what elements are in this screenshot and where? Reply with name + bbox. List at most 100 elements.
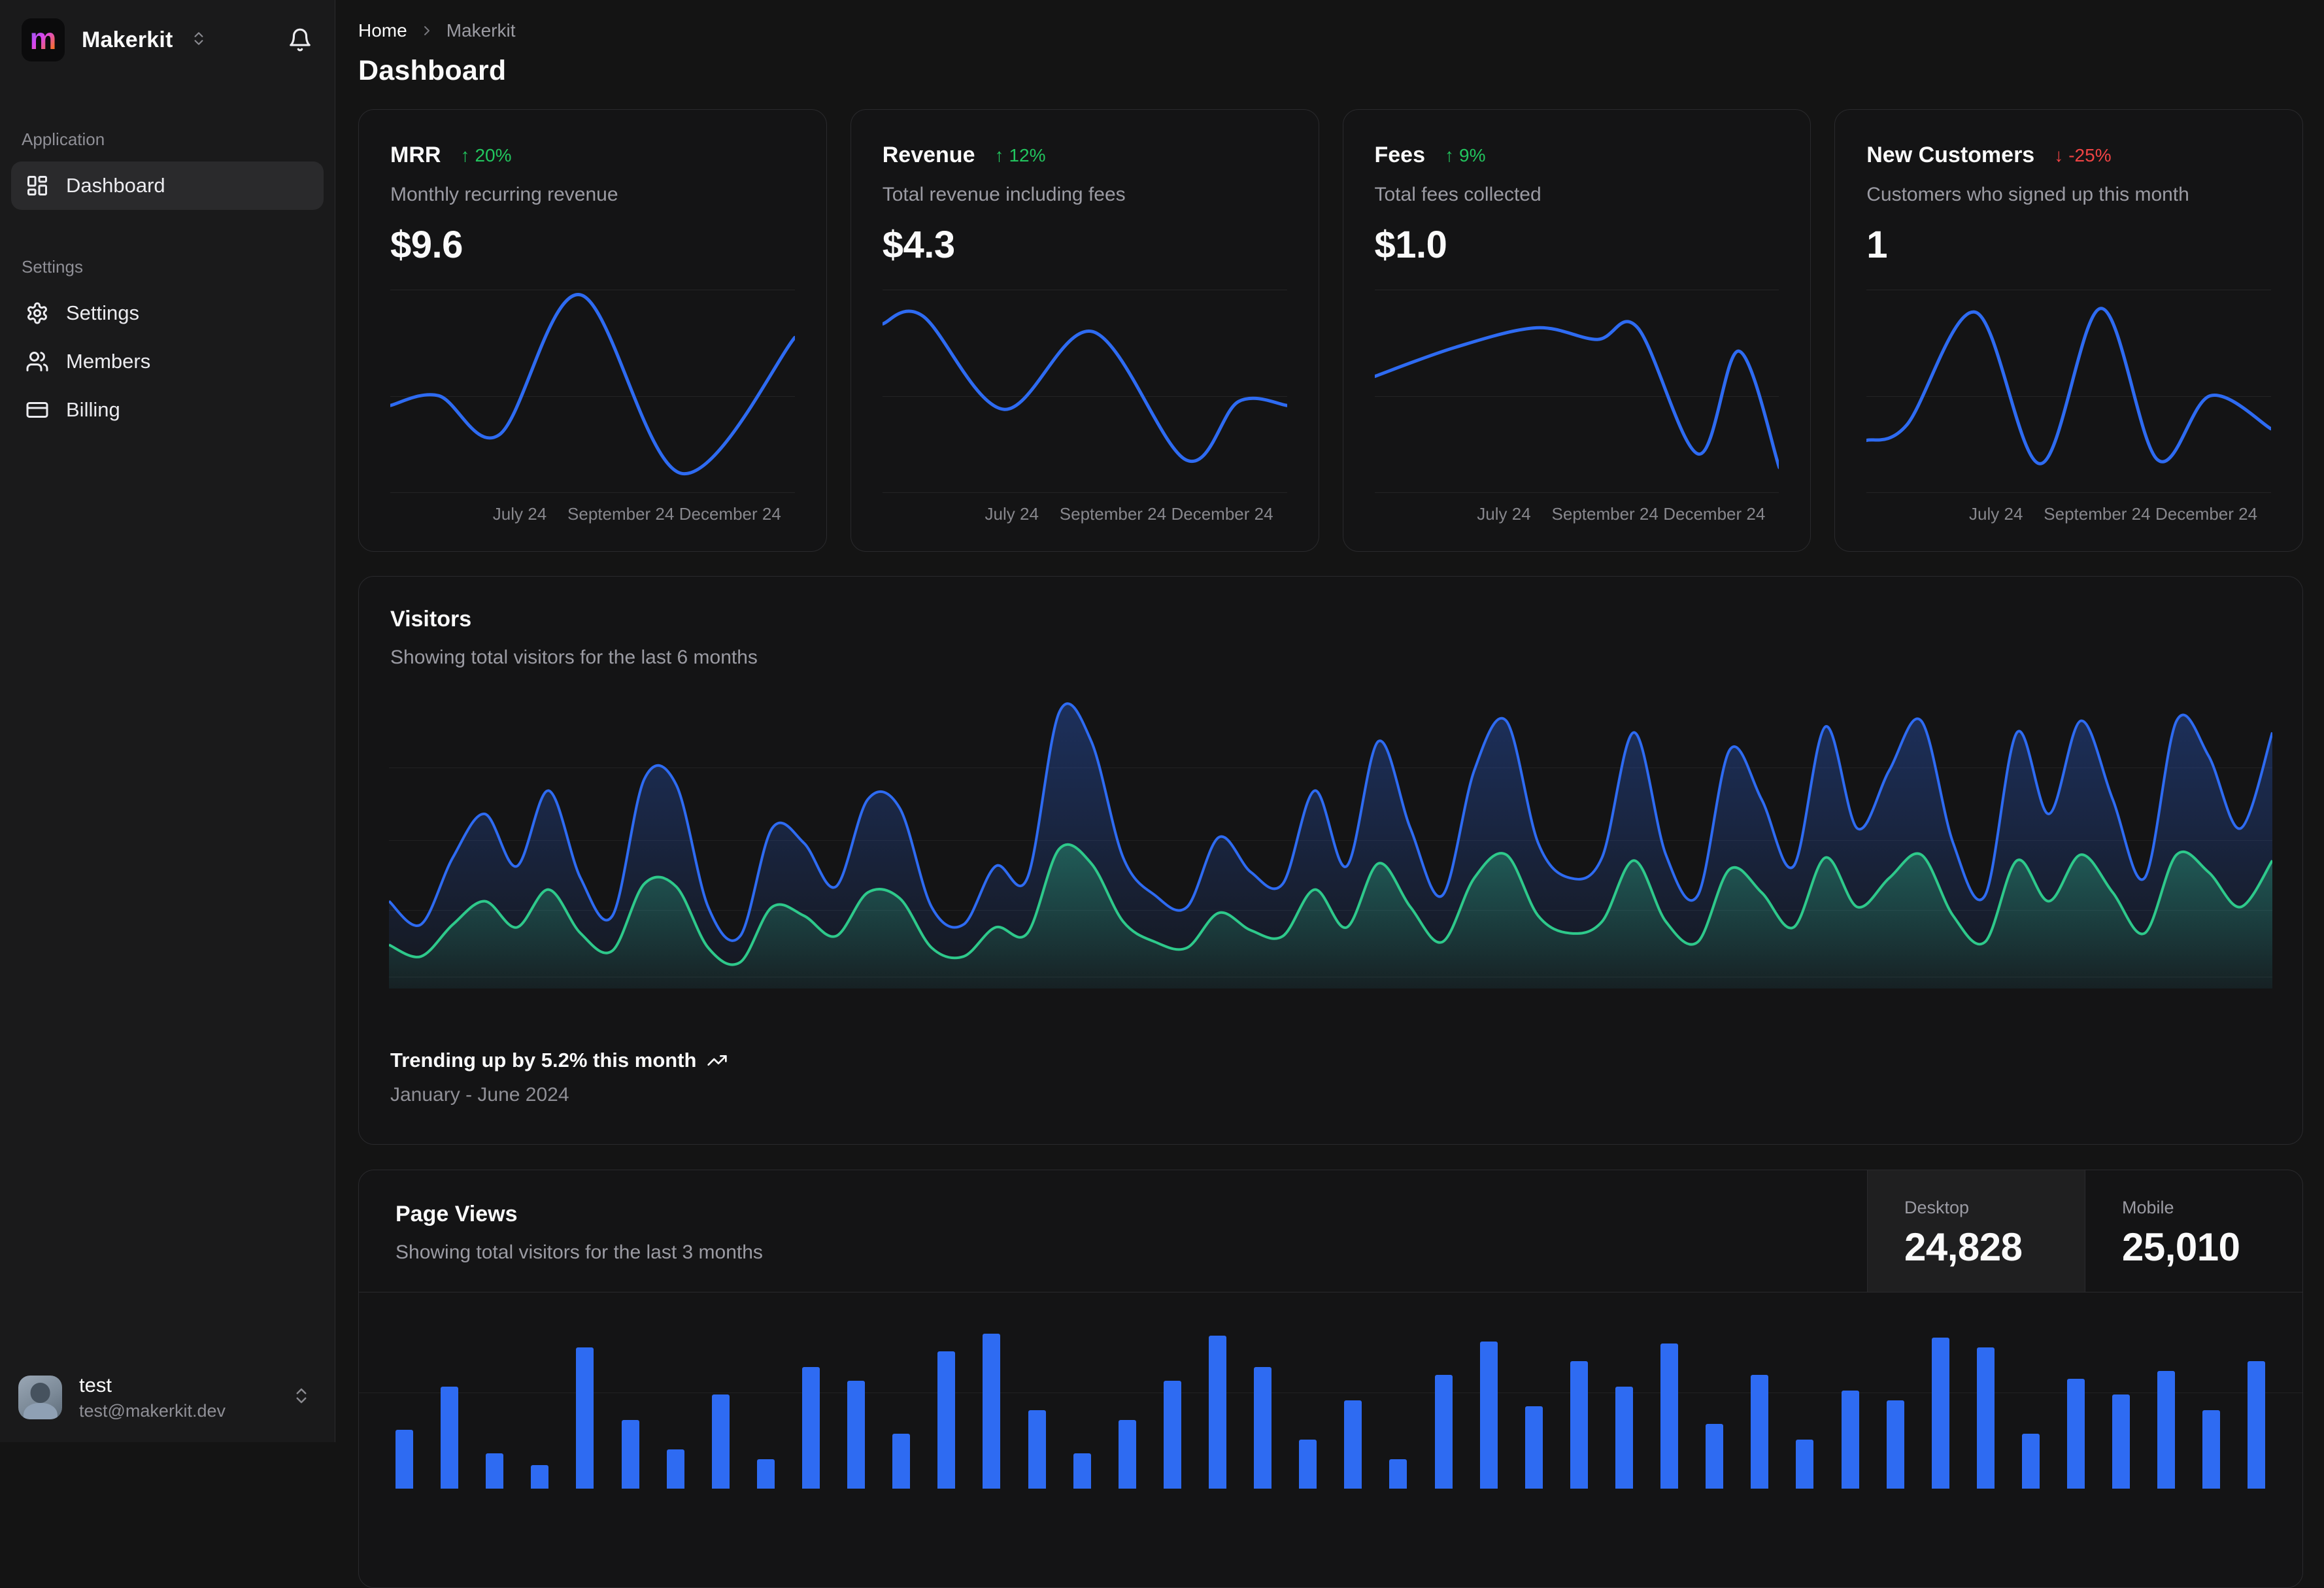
bar [1479, 1342, 1498, 1489]
bar [1344, 1400, 1362, 1489]
trend-badge: ↑ 9% [1445, 144, 1486, 165]
app-root: m Makerkit Application Dashboard Setting… [0, 0, 2324, 1588]
user-name: test [79, 1374, 112, 1396]
toggle-desktop[interactable]: Desktop 24,828 [1867, 1170, 2085, 1292]
bar [1118, 1420, 1136, 1489]
breadcrumb-current: Makerkit [446, 20, 516, 41]
bar [1524, 1406, 1543, 1489]
stat-title: MRR [390, 143, 441, 167]
bar [711, 1394, 730, 1489]
arrow-up-icon: ↑ [1445, 144, 1454, 165]
stat-title: Fees [1374, 143, 1426, 167]
bar [1931, 1338, 1949, 1489]
stat-card-revenue: Revenue ↑ 12% Total revenue including fee… [850, 109, 1319, 552]
workspace-switcher[interactable]: m Makerkit [0, 0, 335, 77]
arrow-down-icon: ↓ [2054, 144, 2064, 165]
chevrons-up-down-icon [190, 30, 207, 50]
sidebar-item-label: Members [66, 350, 151, 373]
bar [1886, 1400, 1904, 1489]
sidebar-item-label: Billing [66, 398, 120, 421]
chevrons-up-down-icon [292, 1386, 311, 1409]
makerkit-logo: m [22, 18, 65, 61]
stat-subtitle: Total fees collected [1374, 184, 1541, 205]
nav-section-application: Application [22, 129, 105, 149]
nav-section-settings: Settings [22, 257, 83, 277]
sidebar: m Makerkit Application Dashboard Setting… [0, 0, 335, 1442]
bar [531, 1465, 549, 1489]
stat-value: $9.6 [390, 224, 463, 266]
trend-badge: ↓ -25% [2054, 144, 2112, 165]
bar [441, 1387, 459, 1489]
page-title: Dashboard [358, 55, 507, 86]
bar [1254, 1367, 1272, 1489]
stats-grid: MRR ↑ 20% Monthly recurring revenue $9.6 … [358, 109, 2303, 552]
bar [621, 1420, 639, 1489]
bar [1028, 1410, 1046, 1489]
sidebar-item-settings[interactable]: Settings [11, 289, 324, 337]
trend-badge: ↑ 12% [994, 144, 1046, 165]
bar [1299, 1440, 1317, 1489]
sparkline-chart: July 24 September 24 December 24 [390, 285, 795, 526]
credit-card-icon [25, 398, 49, 422]
logo-letter: m [29, 22, 57, 56]
stat-value: $1.0 [1374, 224, 1447, 266]
trend-badge: ↑ 20% [460, 144, 512, 165]
page-views-card: Page Views Showing total visitors for th… [358, 1170, 2303, 1588]
bar [756, 1459, 775, 1489]
desktop-total: 24,828 [1904, 1225, 2023, 1269]
bar [1660, 1343, 1679, 1489]
bar [2248, 1361, 2266, 1489]
toggle-mobile[interactable]: Mobile 25,010 [2085, 1170, 2302, 1292]
bar [576, 1347, 594, 1489]
bar [1389, 1459, 1407, 1489]
mobile-total: 25,010 [2122, 1225, 2240, 1269]
visitors-footer: Trending up by 5.2% this month January -… [390, 1049, 2271, 1106]
sparkline-chart: July 24 September 24 December 24 [1374, 285, 1779, 526]
notifications-bell-icon[interactable] [288, 27, 312, 52]
date-range: January - June 2024 [390, 1084, 569, 1106]
page-views-subtitle: Showing total visitors for the last 3 mo… [396, 1242, 763, 1263]
stat-card-new-customers: New Customers ↓ -25% Customers who signed… [1834, 109, 2303, 552]
breadcrumb-home-link[interactable]: Home [358, 20, 407, 41]
bar [847, 1381, 866, 1489]
stat-title: Revenue [882, 143, 975, 167]
trend-note: Trending up by 5.2% this month [390, 1049, 697, 1072]
stat-subtitle: Total revenue including fees [882, 184, 1126, 205]
layout-dashboard-icon [25, 174, 49, 197]
page-views-title: Page Views [396, 1202, 518, 1226]
workspace-name: Makerkit [82, 27, 173, 52]
bar [1751, 1375, 1769, 1489]
sidebar-item-dashboard[interactable]: Dashboard [11, 161, 324, 210]
stat-value: 1 [1866, 224, 1888, 266]
sidebar-item-members[interactable]: Members [11, 337, 324, 386]
page-views-header: Page Views Showing total visitors for th… [359, 1170, 2302, 1292]
stat-value: $4.3 [882, 224, 955, 266]
sparkline-chart: July 24 September 24 December 24 [882, 285, 1287, 526]
bar [801, 1367, 820, 1489]
bar [486, 1453, 504, 1489]
visitors-title: Visitors [390, 607, 472, 632]
sparkline-chart: July 24 September 24 December 24 [1866, 285, 2271, 526]
visitors-area-chart [389, 698, 2272, 988]
user-email: test@makerkit.dev [79, 1401, 226, 1421]
bar [396, 1430, 413, 1489]
stat-card-fees: Fees ↑ 9% Total fees collected $1.0 July … [1342, 109, 1811, 552]
bar [2067, 1379, 2085, 1489]
user-menu[interactable]: test test@makerkit.dev [0, 1357, 335, 1442]
x-axis-labels: July 24 September 24 December 24 [985, 504, 1273, 524]
chevron-right-icon [419, 23, 435, 39]
breadcrumb: Home Makerkit [358, 20, 2303, 42]
bar [1976, 1347, 1995, 1489]
bar [1706, 1424, 1724, 1489]
bar [2157, 1371, 2176, 1489]
bar [2202, 1410, 2221, 1489]
sidebar-item-billing[interactable]: Billing [11, 386, 324, 434]
arrow-up-icon: ↑ [994, 144, 1004, 165]
bar [666, 1449, 684, 1489]
stat-subtitle: Customers who signed up this month [1866, 184, 2189, 205]
bar [1434, 1375, 1453, 1489]
trending-up-icon [707, 1050, 728, 1071]
arrow-up-icon: ↑ [460, 144, 470, 165]
users-icon [25, 350, 49, 373]
sidebar-nav: Application Dashboard Settings Settings … [0, 77, 335, 1357]
